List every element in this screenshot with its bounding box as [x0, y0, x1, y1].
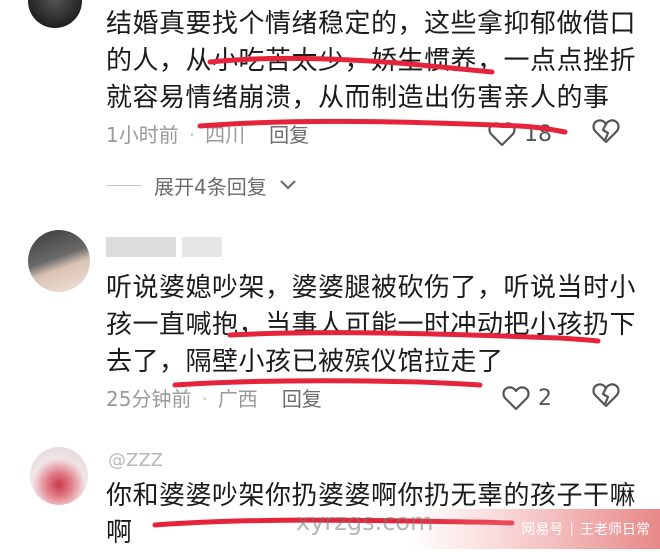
- heart-icon: [488, 122, 516, 147]
- separator-dot: ·: [188, 123, 196, 147]
- username-redacted: [106, 237, 176, 257]
- like-button[interactable]: 18: [488, 121, 552, 147]
- timestamp: 25分钟前: [106, 387, 192, 411]
- avatar[interactable]: [28, 0, 82, 28]
- expand-replies-button[interactable]: 展开4条回复: [106, 170, 297, 200]
- comment-meta: 1小时前 · 四川 回复: [106, 120, 309, 150]
- avatar[interactable]: [28, 230, 90, 292]
- timestamp: 1小时前: [106, 123, 179, 147]
- username-text: ZZZ: [126, 450, 163, 471]
- brand-badge: 网易号 | 王老师日常: [410, 509, 660, 549]
- like-count: 18: [524, 121, 552, 147]
- dislike-button[interactable]: [592, 118, 620, 150]
- heart-icon: [502, 386, 530, 411]
- chevron-down-icon: [279, 180, 296, 190]
- reply-button[interactable]: 回复: [282, 384, 322, 414]
- broken-heart-icon: [592, 383, 620, 408]
- divider-line: [106, 184, 142, 186]
- dislike-button[interactable]: [592, 382, 620, 414]
- comment-actions: 2: [502, 382, 620, 414]
- broken-heart-icon: [592, 119, 620, 144]
- expand-replies-label: 展开4条回复: [154, 174, 267, 199]
- like-button[interactable]: 2: [502, 385, 552, 411]
- avatar[interactable]: [30, 447, 88, 505]
- brand-divider: |: [569, 521, 574, 537]
- brand-author: 王老师日常: [580, 522, 650, 538]
- separator-dot: ·: [201, 387, 208, 411]
- brand-platform: 网易号: [521, 522, 564, 538]
- reply-button[interactable]: 回复: [269, 120, 309, 150]
- comment-meta: 25分钟前 · 广西 回复: [106, 384, 322, 414]
- comment-actions: 18: [488, 118, 620, 150]
- location: 四川: [205, 123, 246, 147]
- like-count: 2: [538, 385, 552, 411]
- username-redacted: [182, 237, 222, 257]
- location: 广西: [217, 387, 258, 411]
- comment-text: 听说婆媳吵架，婆婆腿被砍伤了，听说当时小孩一直喊抱，当事人可能一时冲动把小孩扔下…: [106, 273, 637, 377]
- username: @ZZZ: [108, 450, 163, 471]
- comment-text: 结婚真要找个情绪稳定的，这些拿抑郁做借口的人，从小吃苦太少，娇生惯养，一点点挫折…: [106, 9, 637, 113]
